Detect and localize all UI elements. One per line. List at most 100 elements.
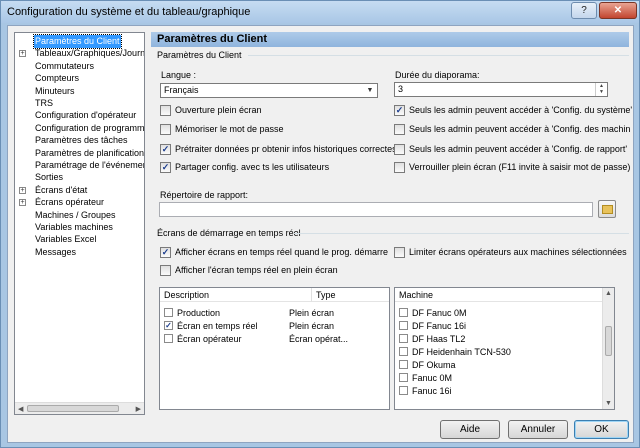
tree-horizontal-scrollbar[interactable]: ◀ ▶ [15, 402, 144, 414]
checkbox-box[interactable]: ✓ [394, 105, 405, 116]
ok-button[interactable]: OK [574, 420, 629, 439]
machine-row[interactable]: Fanuc 0M [399, 372, 599, 384]
scroll-left-icon[interactable]: ◀ [18, 405, 23, 413]
scroll-down-icon[interactable]: ▼ [605, 400, 612, 407]
checkbox-box[interactable] [399, 386, 408, 395]
machine-row[interactable]: DF Haas TL2 [399, 333, 599, 345]
chevron-down-icon[interactable]: ▼ [364, 85, 376, 96]
screen-description: Écran opérateur [177, 334, 242, 344]
tree-item[interactable]: Compteurs [15, 72, 144, 85]
checkbox-box[interactable] [160, 105, 171, 116]
help-title-button[interactable]: ? [571, 2, 597, 19]
checkbox-box[interactable] [399, 347, 408, 356]
machine-row[interactable]: DF Fanuc 0M [399, 307, 599, 319]
column-header-type[interactable]: Type [312, 288, 389, 302]
scroll-thumb[interactable] [27, 405, 119, 412]
report-dir-label: Répertoire de rapport: [160, 190, 249, 200]
machines-list[interactable]: Machine ▲ ▼ DF Fanuc 0M DF Fanuc 16i DF Ha… [394, 287, 615, 410]
checkbox-box[interactable] [399, 373, 408, 382]
tree-item[interactable]: TRS [15, 97, 144, 110]
tree-item[interactable]: + Écrans d'état [15, 184, 144, 197]
settings-tree[interactable]: Messages Variables Excel Variables machine… [14, 32, 145, 415]
tree-item[interactable]: Configuration d'opérateur [15, 109, 144, 122]
tree-item[interactable]: Commutateurs [15, 60, 144, 73]
checkbox-label: Prétraiter données pr obtenir infos hist… [175, 144, 397, 154]
checkbox-box[interactable] [394, 162, 405, 173]
machine-row[interactable]: DF Heidenhain TCN-530 [399, 346, 599, 358]
tree-item-label: Machines / Groupes [35, 209, 116, 220]
title-bar[interactable]: Configuration du système et du tableau/g… [1, 1, 639, 23]
tree-item[interactable]: Paramètres des tâches [15, 134, 144, 147]
tree-item-label: Minuteurs [35, 85, 75, 96]
column-header-description[interactable]: Description [160, 288, 312, 302]
checkbox-box[interactable] [399, 321, 408, 330]
tree-item[interactable]: Sorties [15, 171, 144, 184]
checkbox-label: Seuls les admin peuvent accéder à 'Confi… [409, 124, 631, 134]
scroll-up-icon[interactable]: ▲ [605, 290, 612, 297]
machine-name: DF Heidenhain TCN-530 [412, 347, 511, 357]
checkbox-box[interactable]: ✓ [160, 144, 171, 155]
checkbox-box[interactable] [164, 308, 173, 317]
checkbox-box[interactable] [164, 334, 173, 343]
machine-row[interactable]: Fanuc 16i [399, 385, 599, 397]
checkbox-box[interactable] [394, 144, 405, 155]
tree-item[interactable]: Variables machines [15, 221, 144, 234]
checkbox-box[interactable] [394, 247, 405, 258]
machines-vertical-scrollbar[interactable]: ▲ ▼ [602, 288, 614, 409]
spin-down-icon[interactable]: ▼ [596, 89, 607, 95]
tree-item[interactable]: Paramétrage de l'événement [15, 159, 144, 172]
language-select[interactable]: Français ▼ [160, 83, 378, 98]
tree-item[interactable]: Minuteurs [15, 85, 144, 98]
tree-item[interactable]: Configuration de programme [15, 122, 144, 135]
close-button[interactable]: ✕ [599, 2, 637, 19]
tree-item[interactable]: + Écrans opérateur [15, 196, 144, 209]
tree-item-label: Variables machines [35, 222, 113, 232]
slideshow-duration-stepper[interactable]: 3 ▲ ▼ [394, 82, 608, 97]
checkbox-box[interactable] [394, 124, 405, 135]
checkbox-box[interactable] [399, 360, 408, 369]
tree-item[interactable]: Paramètres du Client [15, 34, 144, 49]
expand-icon[interactable]: + [19, 199, 26, 207]
tree-item-label: Paramétrage de l'événement [35, 160, 145, 170]
tree-item[interactable]: Variables Excel [15, 233, 144, 246]
machine-row[interactable]: DF Okuma [399, 359, 599, 371]
tree-item-label: Configuration d'opérateur [35, 110, 137, 121]
screens-list[interactable]: Description Type Production Plein écran ✓ É… [159, 287, 390, 410]
screen-row[interactable]: Production Plein écran [164, 307, 386, 319]
cancel-button[interactable]: Annuler [508, 420, 568, 439]
machine-row[interactable]: DF Fanuc 16i [399, 320, 599, 332]
report-dir-input[interactable] [159, 202, 593, 217]
dialog-client-area: Messages Variables Excel Variables machine… [7, 25, 634, 443]
checkbox-box[interactable]: ✓ [164, 321, 173, 330]
browse-folder-button[interactable] [598, 200, 616, 218]
screen-type: Plein écran [289, 321, 335, 331]
tree-item[interactable]: Paramètres de planification [15, 147, 144, 160]
realtime-group-title: Écrans de démarrage en temps réel [157, 228, 304, 238]
screen-row[interactable]: ✓ Écran en temps réel Plein écran [164, 320, 386, 332]
language-label: Langue : [161, 70, 197, 80]
machine-name: DF Fanuc 16i [412, 321, 467, 331]
checkbox-box[interactable]: ✓ [160, 247, 171, 258]
tree-item-label: Compteurs [35, 73, 80, 84]
spin-buttons[interactable]: ▲ ▼ [595, 83, 607, 96]
checkbox-box[interactable]: ✓ [160, 162, 171, 173]
tree-item[interactable]: + Tableaux/Graphiques/Journa [15, 47, 144, 60]
machine-name: DF Fanuc 0M [412, 308, 467, 318]
client-group-title: Paramètres du Client [157, 50, 245, 60]
help-button[interactable]: Aide [440, 420, 500, 439]
checkbox-box[interactable] [399, 334, 408, 343]
scroll-right-icon[interactable]: ▶ [136, 405, 141, 413]
screen-row[interactable]: Écran opérateur Écran opérat... [164, 333, 386, 345]
group-divider [294, 233, 629, 234]
checkbox-box[interactable] [160, 124, 171, 135]
expand-icon[interactable]: + [19, 50, 26, 58]
tree-item[interactable]: Messages [15, 246, 144, 259]
column-header-machine[interactable]: Machine [395, 288, 604, 302]
scroll-thumb[interactable] [605, 326, 612, 356]
tree-item-label: Écrans opérateur [35, 197, 105, 208]
checkbox-box[interactable] [160, 265, 171, 276]
expand-icon[interactable]: + [19, 186, 26, 194]
checkbox-box[interactable] [399, 308, 408, 317]
checkbox-label: Afficher écrans en temps réel quand le p… [175, 247, 388, 257]
tree-item[interactable]: Machines / Groupes [15, 209, 144, 222]
